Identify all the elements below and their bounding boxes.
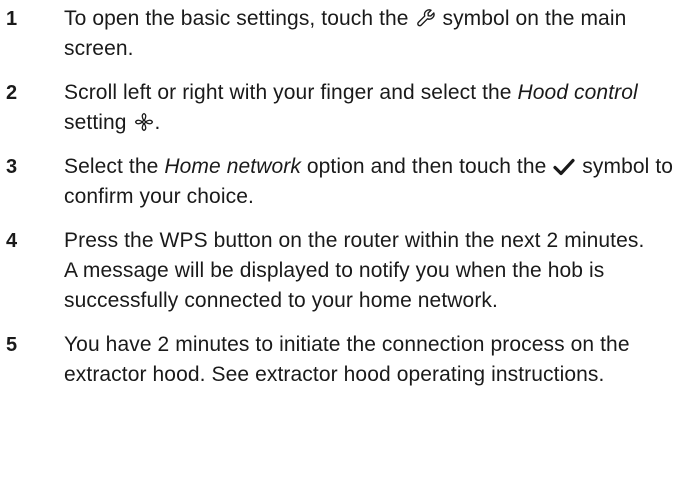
step-3: 3 Select the Home network option and the… [0,152,685,212]
step-1: 1 To open the basic settings, touch the … [0,4,685,64]
fan-icon [133,111,155,133]
instruction-steps: 1 To open the basic settings, touch the … [0,0,685,390]
checkmark-icon [552,157,576,177]
step-text: To open the basic settings, touch the sy… [64,4,679,64]
step-text: Scroll left or right with your finger an… [64,78,679,138]
step-text: You have 2 minutes to initiate the conne… [64,333,630,386]
step-text-line: A message will be displayed to notify yo… [64,259,605,312]
step-number: 1 [6,8,18,30]
step-number: 2 [6,82,18,104]
step-text-line: Press the WPS button on the router withi… [64,229,645,252]
step-5: 5 You have 2 minutes to initiate the con… [0,330,685,390]
step-text-part: setting [64,111,127,134]
step-text-part: Scroll left or right with your finger an… [64,81,512,104]
step-text-part: To open the basic settings, touch the [64,7,409,30]
wrench-icon [415,7,437,29]
step-number: 4 [6,230,18,252]
step-text-part: . [154,111,161,134]
step-emphasis: Home network [164,155,301,178]
step-text: Select the Home network option and then … [64,152,679,212]
step-text: Press the WPS button on the router withi… [64,226,679,316]
step-text-part: Select the [64,155,159,178]
step-2: 2 Scroll left or right with your finger … [0,78,685,138]
step-number: 5 [6,334,18,356]
step-text-part: option and then touch the [306,155,547,178]
step-emphasis: Hood control [517,81,638,104]
step-4: 4 Press the WPS button on the router wit… [0,226,685,316]
step-number: 3 [6,156,18,178]
